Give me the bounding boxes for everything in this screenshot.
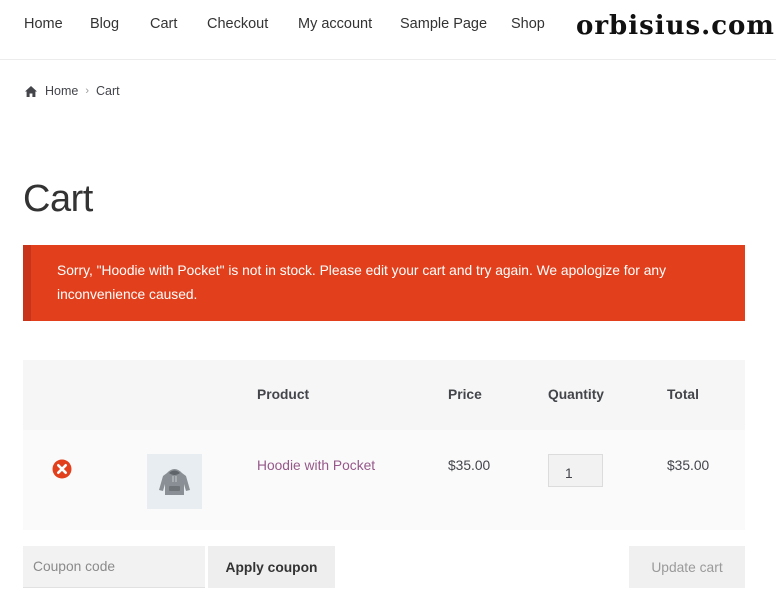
nav-shop[interactable]: Shop xyxy=(511,16,545,32)
nav-sample-page[interactable]: Sample Page xyxy=(400,16,487,32)
apply-coupon-button[interactable]: Apply coupon xyxy=(208,546,335,588)
cart-table: Product Price Quantity Total Hoodie with… xyxy=(23,360,745,530)
remove-icon[interactable] xyxy=(52,459,72,479)
top-navigation: Home Blog Cart Checkout My account Sampl… xyxy=(0,0,776,60)
update-cart-button[interactable]: Update cart xyxy=(629,546,745,588)
cart-item-row: Hoodie with Pocket $35.00 $35.00 xyxy=(23,430,745,530)
coupon-code-input[interactable] xyxy=(23,546,205,588)
breadcrumb-current: Cart xyxy=(96,84,120,98)
item-total: $35.00 xyxy=(667,458,710,473)
cart-table-header: Product Price Quantity Total xyxy=(23,360,745,430)
page-title: Cart xyxy=(23,178,93,220)
nav-checkout[interactable]: Checkout xyxy=(207,16,268,32)
header-price: Price xyxy=(448,387,482,402)
quantity-input[interactable] xyxy=(548,454,603,487)
site-brand: orbisius.com xyxy=(576,11,775,41)
nav-blog[interactable]: Blog xyxy=(90,16,119,32)
nav-my-account[interactable]: My account xyxy=(298,16,372,32)
nav-cart[interactable]: Cart xyxy=(150,16,177,32)
breadcrumb-home[interactable]: Home xyxy=(45,84,78,98)
item-price: $35.00 xyxy=(448,458,491,473)
error-notice: Sorry, "Hoodie with Pocket" is not in st… xyxy=(23,245,745,321)
product-link[interactable]: Hoodie with Pocket xyxy=(257,458,375,473)
breadcrumb-separator: › xyxy=(85,85,90,97)
error-notice-text: Sorry, "Hoodie with Pocket" is not in st… xyxy=(57,263,666,302)
header-product: Product xyxy=(257,387,310,402)
hoodie-thumbnail[interactable] xyxy=(147,454,202,509)
header-quantity: Quantity xyxy=(548,387,604,402)
breadcrumb: Home › Cart xyxy=(24,84,120,98)
home-icon xyxy=(24,85,38,98)
header-total: Total xyxy=(667,387,699,402)
nav-home[interactable]: Home xyxy=(24,16,63,32)
